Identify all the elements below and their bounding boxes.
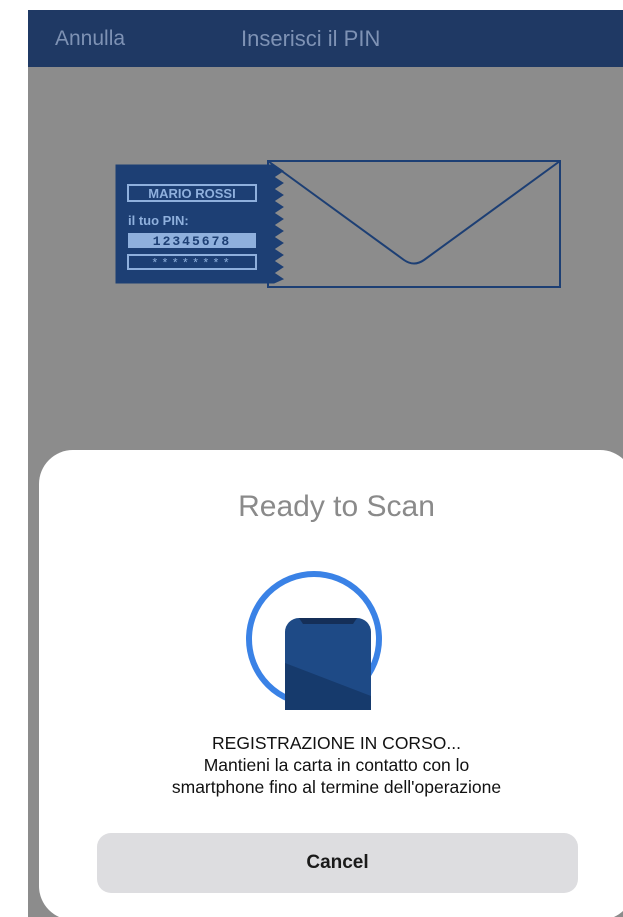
navigation-bar: Annulla Inserisci il PIN <box>28 10 623 67</box>
page-title: Inserisci il PIN <box>241 26 381 51</box>
masked-pin-text: ******** <box>151 257 233 271</box>
card-name-text: MARIO ROSSI <box>148 186 235 201</box>
pin-letter-illustration: MARIO ROSSI il tuo PIN: 12345678 *******… <box>115 160 561 288</box>
scan-message: REGISTRAZIONE IN CORSO... Mantieni la ca… <box>39 732 623 798</box>
scan-message-line: Mantieni la carta in contatto con lo <box>203 755 470 775</box>
scan-sheet: Ready to Scan REGISTRAZIONE IN CORSO... … <box>39 450 623 917</box>
ready-to-scan-title: Ready to Scan <box>238 490 435 523</box>
scan-message-line: REGISTRAZIONE IN CORSO... <box>212 733 461 753</box>
cancel-button[interactable]: Cancel <box>97 833 578 893</box>
pin-label: il tuo PIN: <box>128 213 189 228</box>
scan-message-line: smartphone fino al termine dell'operazio… <box>171 777 502 797</box>
phone-scan-icon <box>246 571 382 710</box>
envelope-icon <box>267 160 561 288</box>
annulla-button[interactable]: Annulla <box>55 27 125 51</box>
app-screen: Annulla Inserisci il PIN MARIO ROSSI il … <box>28 10 623 917</box>
pin-value-text: 12345678 <box>153 234 231 249</box>
